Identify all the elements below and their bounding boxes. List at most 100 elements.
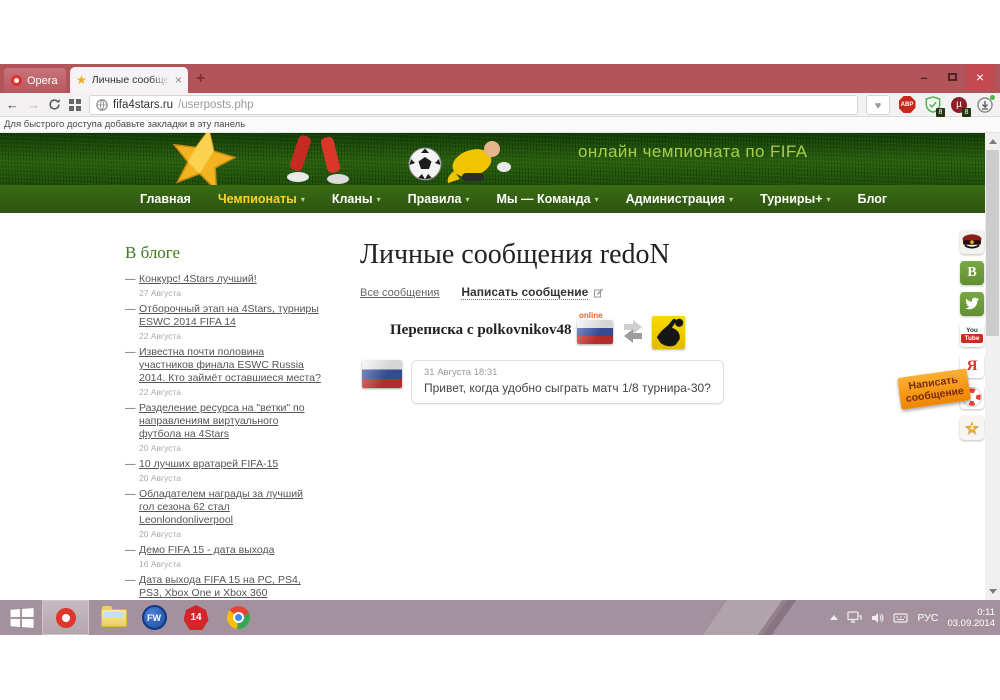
blog-item: Демо FIFA 15 - дата выхода 16 Августа [125, 544, 321, 569]
bookmarks-bar[interactable]: Для быстрого доступа добавьте закладки в… [0, 117, 1000, 133]
reload-icon[interactable] [48, 98, 61, 111]
close-button[interactable]: × [966, 64, 994, 90]
new-tab-button[interactable]: + [196, 70, 205, 88]
russia-flag-avatar[interactable] [577, 320, 613, 344]
page-scrollbar[interactable] [985, 133, 1000, 600]
forward-icon[interactable] [27, 98, 40, 111]
tray-expand-arrow[interactable] [830, 615, 838, 620]
nav-item-home[interactable]: Главная [140, 192, 191, 206]
conversation-header: Переписка с polkovnikov48 online [360, 314, 705, 350]
fifa-world-icon: FW [142, 605, 167, 630]
tab-title: Личные сообщения redo [92, 74, 170, 86]
back-icon[interactable] [6, 98, 19, 111]
taskbar-fifa14-button[interactable]: 14 [179, 600, 213, 635]
opera-logo-icon [11, 75, 22, 86]
message-timestamp: 31 Августа 18:31 [424, 367, 711, 378]
blog-link[interactable]: 10 лучших вратарей FIFA-15 [139, 458, 321, 471]
taskbar: FW 14 РУС 0:11 03.09.2014 [0, 600, 1000, 635]
minimize-button[interactable]: – [910, 70, 938, 85]
blog-link[interactable]: Отборочный этап на 4Stars, турниры ESWC … [139, 303, 321, 329]
bookmark-heart-button[interactable] [866, 95, 890, 115]
window-controls: – × [910, 64, 994, 90]
blog-link[interactable]: Демо FIFA 15 - дата выхода [139, 544, 321, 557]
blog-item: 10 лучших вратарей FIFA-15 20 Августа [125, 458, 321, 483]
clock[interactable]: 0:11 03.09.2014 [947, 607, 995, 629]
address-bar[interactable]: fifa4stars.ru/userposts.php [89, 95, 858, 115]
blog-date: 20 Августа [139, 473, 321, 483]
star-4stars-icon[interactable]: ★ 4 [960, 416, 984, 440]
heart-icon [875, 96, 882, 114]
twitter-icon[interactable] [960, 292, 984, 316]
blog-item: Известна почти половина участников финал… [125, 346, 321, 397]
taskbar-explorer-button[interactable] [97, 600, 131, 635]
blog-link[interactable]: Обладателем награды за лучший гол сезона… [139, 488, 321, 527]
nav-item-rules[interactable]: Правила [408, 192, 470, 206]
taskbar-chrome-button[interactable] [221, 600, 255, 635]
write-message-link[interactable]: Написать сообщение [461, 285, 588, 300]
volume-icon[interactable] [871, 612, 884, 624]
message-text: Привет, когда удобно сыграть матч 1/8 ту… [424, 381, 711, 395]
blog-link[interactable]: Дата выхода FIFA 15 на PC, PS4, PS3, Xbo… [139, 574, 321, 600]
page-title: Личные сообщения redoN [360, 239, 705, 271]
nav-item-administration[interactable]: Администрация [626, 192, 733, 206]
start-button[interactable] [0, 600, 42, 635]
mu-extension-icon[interactable]: µ 8 [950, 96, 968, 114]
blog-item: Разделение ресурса на "ветки" по направл… [125, 402, 321, 453]
mu-badge: 8 [962, 108, 971, 117]
shield-badge: 8 [936, 108, 945, 117]
opera-menu-label: Opera [27, 75, 58, 87]
sender-flag-avatar[interactable] [362, 360, 402, 388]
social-rail: B You Tube Я ★ 4 [960, 230, 984, 440]
speed-dial-icon[interactable] [69, 99, 81, 111]
tab-active[interactable]: Личные сообщения redo × [70, 67, 188, 93]
compose-icon [594, 288, 603, 298]
goalkeeper-avatar[interactable] [652, 316, 685, 349]
blog-item: Дата выхода FIFA 15 на PC, PS4, PS3, Xbo… [125, 574, 321, 600]
clock-date: 03.09.2014 [947, 618, 995, 629]
blog-date: 27 Августа [139, 288, 321, 298]
nav-item-clans[interactable]: Кланы [332, 192, 381, 206]
blog-link[interactable]: Конкурс! 4Stars лучший! [139, 273, 321, 286]
military-cap-icon[interactable] [960, 230, 984, 254]
download-icon[interactable] [976, 96, 994, 114]
shield-extension-icon[interactable]: 8 [924, 96, 942, 114]
keyboard-icon[interactable] [893, 612, 908, 624]
youtube-icon[interactable]: You Tube [960, 323, 984, 347]
conversation-title: Переписка с polkovnikov48 [390, 322, 572, 339]
message-bubble: 31 Августа 18:31 Привет, когда удобно сы… [411, 360, 724, 404]
taskbar-fifa-world-button[interactable]: FW [137, 600, 171, 635]
taskbar-opera-button[interactable] [42, 600, 89, 635]
language-indicator[interactable]: РУС [917, 612, 938, 624]
nav-item-blog[interactable]: Блог [858, 192, 888, 206]
all-messages-link[interactable]: Все сообщения [360, 287, 439, 299]
blog-link[interactable]: Разделение ресурса на "ветки" по направл… [139, 402, 321, 441]
fifa14-icon: 14 [184, 605, 209, 630]
network-icon[interactable] [847, 611, 862, 624]
blog-item: Отборочный этап на 4Stars, турниры ESWC … [125, 303, 321, 341]
exchange-arrows-icon [622, 319, 644, 345]
opera-window: Opera Личные сообщения redo × + – × [0, 64, 1000, 600]
nav-item-championships[interactable]: Чемпионаты [218, 192, 305, 206]
player-legs-graphic [280, 135, 360, 185]
page-body: В блоге Конкурс! 4Stars лучший! 27 Авгус… [0, 213, 985, 600]
nav-item-team[interactable]: Мы — Команда [496, 192, 598, 206]
tab-close-icon[interactable]: × [175, 73, 182, 87]
maximize-icon [948, 73, 957, 81]
nav-item-tournaments[interactable]: Турниры+ [760, 192, 830, 206]
blog-date: 22 Августа [139, 331, 321, 341]
vk-icon[interactable]: B [960, 261, 984, 285]
blog-date: 16 Августа [139, 559, 321, 569]
adblock-icon[interactable]: ABP [898, 96, 916, 114]
opera-menu-button[interactable]: Opera [4, 68, 66, 93]
scroll-up-arrow[interactable] [989, 139, 997, 144]
site-info-icon[interactable] [96, 99, 108, 111]
screen: Opera Личные сообщения redo × + – × [0, 0, 1000, 700]
browser-toolbar: fifa4stars.ru/userposts.php ABP 8 µ 8 [0, 93, 1000, 117]
star-favicon [76, 74, 87, 86]
blog-link[interactable]: Известна почти половина участников финал… [139, 346, 321, 385]
scroll-down-arrow[interactable] [989, 589, 997, 594]
url-domain: fifa4stars.ru [113, 99, 173, 111]
scroll-thumb[interactable] [986, 150, 999, 336]
maximize-button[interactable] [938, 68, 966, 86]
message-links-row: Все сообщения Написать сообщение [360, 285, 705, 300]
